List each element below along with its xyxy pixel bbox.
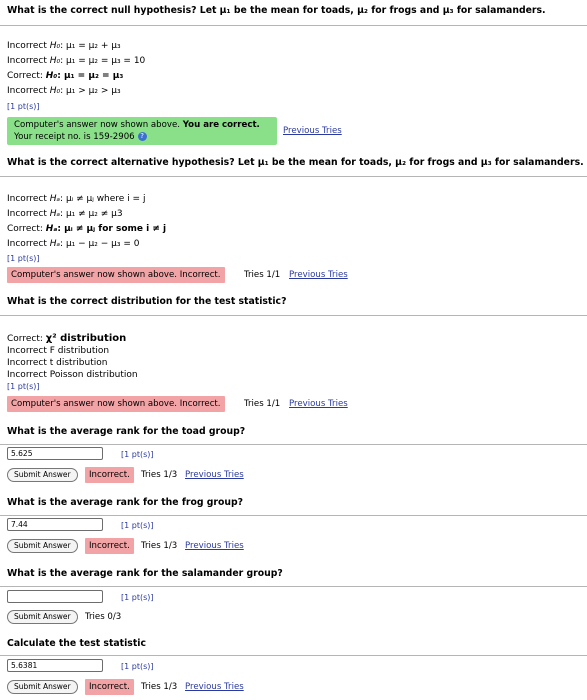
- tries-count: Tries 1/3: [141, 541, 178, 551]
- option-null-4: Incorrect H₀: μ₁ > μ₂ > μ₃: [7, 86, 121, 96]
- option-prefix: Correct:: [7, 334, 43, 344]
- option-expr: : μ₁ = μ₂ = μ₃ = 10: [60, 56, 146, 66]
- option-prefix: Incorrect: [7, 346, 47, 356]
- option-expr: : μ₁ − μ₂ − μ₃ = 0: [60, 239, 140, 249]
- option-expr: : μᵢ ≠ μⱼ where i = j: [60, 194, 146, 204]
- divider: [0, 444, 587, 445]
- option-symbol: H₀: [49, 56, 61, 66]
- option-alt-correct: Correct: Hₐ: μᵢ ≠ μⱼ for some i ≠ j: [7, 224, 166, 234]
- option-prefix: Incorrect: [7, 194, 47, 204]
- points-label: [1 pt(s)]: [7, 254, 40, 263]
- feedback-text: Computer's answer now shown above.: [14, 120, 181, 130]
- question-distribution: What is the correct distribution for the…: [7, 296, 287, 307]
- divider: [0, 515, 587, 516]
- option-expr: : μ₁ ≠ μ₂ ≠ μ3: [60, 209, 123, 219]
- question-frog-rank: What is the average rank for the frog gr…: [7, 497, 244, 508]
- toad-rank-input[interactable]: 5.625: [7, 447, 103, 460]
- tries-count: Tries 1/3: [141, 470, 178, 480]
- option-prefix: Incorrect: [7, 209, 47, 219]
- tries-count: Tries 1/1: [244, 399, 281, 409]
- receipt-text: Your receipt no. is 159-2906: [14, 132, 135, 142]
- test-statistic-input[interactable]: 5.6381: [7, 659, 103, 672]
- submit-answer-button[interactable]: Submit Answer: [7, 539, 78, 553]
- submit-answer-button[interactable]: Submit Answer: [7, 468, 78, 482]
- incorrect-feedback: Incorrect.: [85, 679, 134, 695]
- option-prefix: Incorrect: [7, 370, 47, 380]
- salamander-rank-input[interactable]: [7, 590, 103, 603]
- option-alt-4: Incorrect Hₐ: μ₁ − μ₂ − μ₃ = 0: [7, 239, 139, 249]
- points-label: [1 pt(s)]: [121, 593, 154, 602]
- points-label: [1 pt(s)]: [121, 662, 154, 671]
- option-prefix: Incorrect: [7, 239, 47, 249]
- option-prefix: Incorrect: [7, 86, 47, 96]
- question-salamander-rank: What is the average rank for the salaman…: [7, 568, 283, 579]
- option-prefix: Incorrect: [7, 41, 47, 51]
- divider: [0, 315, 587, 316]
- question-null-hypothesis: What is the correct null hypothesis? Let…: [7, 5, 546, 16]
- option-null-1: Incorrect H₀: μ₁ = μ₂ + μ₃: [7, 41, 121, 51]
- previous-tries-link[interactable]: Previous Tries: [185, 682, 244, 692]
- option-symbol: Hₐ: [45, 224, 58, 234]
- question-test-statistic: Calculate the test statistic: [7, 638, 146, 649]
- option-dist-3: Incorrect t distribution: [7, 358, 107, 368]
- points-label: [1 pt(s)]: [121, 521, 154, 530]
- option-text: F distribution: [49, 346, 110, 356]
- points-label: [1 pt(s)]: [121, 450, 154, 459]
- option-expr: : μᵢ ≠ μⱼ for some i ≠ j: [57, 224, 167, 234]
- option-alt-2: Incorrect Hₐ: μ₁ ≠ μ₂ ≠ μ3: [7, 209, 123, 219]
- tries-count: Tries 0/3: [85, 612, 122, 622]
- divider: [0, 655, 587, 656]
- submit-answer-button[interactable]: Submit Answer: [7, 680, 78, 694]
- option-dist-4: Incorrect Poisson distribution: [7, 370, 138, 380]
- question-toad-rank: What is the average rank for the toad gr…: [7, 426, 246, 437]
- tries-count: Tries 1/3: [141, 682, 178, 692]
- points-label: [1 pt(s)]: [7, 102, 40, 111]
- option-symbol: Hₐ: [49, 209, 61, 219]
- divider: [0, 176, 587, 177]
- option-symbol: Hₐ: [49, 194, 61, 204]
- option-dist-correct: Correct: χ² distribution: [7, 333, 126, 344]
- option-text: χ² distribution: [45, 333, 127, 344]
- previous-tries-link[interactable]: Previous Tries: [283, 126, 342, 136]
- help-icon[interactable]: ?: [137, 132, 147, 141]
- option-text: t distribution: [49, 358, 108, 368]
- divider: [0, 586, 587, 587]
- option-symbol: H₀: [49, 41, 61, 51]
- option-symbol: H₀: [49, 86, 61, 96]
- option-prefix: Correct:: [7, 71, 43, 81]
- frog-rank-input[interactable]: 7.44: [7, 518, 103, 531]
- option-dist-2: Incorrect F distribution: [7, 346, 109, 356]
- option-symbol: Hₐ: [49, 239, 61, 249]
- option-prefix: Incorrect: [7, 358, 47, 368]
- submit-answer-button[interactable]: Submit Answer: [7, 610, 78, 624]
- previous-tries-link[interactable]: Previous Tries: [289, 399, 348, 409]
- incorrect-feedback: Incorrect.: [85, 538, 134, 554]
- feedback-correct: You are correct.: [182, 120, 260, 130]
- option-expr: : μ₁ = μ₂ + μ₃: [60, 41, 121, 51]
- option-expr: : μ₁ > μ₂ > μ₃: [60, 86, 121, 96]
- previous-tries-link[interactable]: Previous Tries: [185, 470, 244, 480]
- option-prefix: Incorrect: [7, 56, 47, 66]
- incorrect-feedback: Incorrect.: [85, 467, 134, 483]
- option-expr: : μ₁ = μ₂ = μ₃: [57, 71, 124, 81]
- points-label: [1 pt(s)]: [7, 382, 40, 391]
- divider: [0, 25, 587, 26]
- option-symbol: H₀: [45, 71, 58, 81]
- incorrect-feedback: Computer's answer now shown above. Incor…: [7, 267, 225, 283]
- previous-tries-link[interactable]: Previous Tries: [289, 270, 348, 280]
- option-null-correct: Correct: H₀: μ₁ = μ₂ = μ₃: [7, 71, 123, 81]
- incorrect-feedback: Computer's answer now shown above. Incor…: [7, 396, 225, 412]
- previous-tries-link[interactable]: Previous Tries: [185, 541, 244, 551]
- tries-count: Tries 1/1: [244, 270, 281, 280]
- correct-feedback-box: Computer's answer now shown above. You a…: [7, 117, 277, 145]
- option-text: Poisson distribution: [49, 370, 138, 380]
- question-alternative-hypothesis: What is the correct alternative hypothes…: [7, 157, 584, 168]
- option-alt-1: Incorrect Hₐ: μᵢ ≠ μⱼ where i = j: [7, 194, 145, 204]
- option-prefix: Correct:: [7, 224, 43, 234]
- option-null-2: Incorrect H₀: μ₁ = μ₂ = μ₃ = 10: [7, 56, 145, 66]
